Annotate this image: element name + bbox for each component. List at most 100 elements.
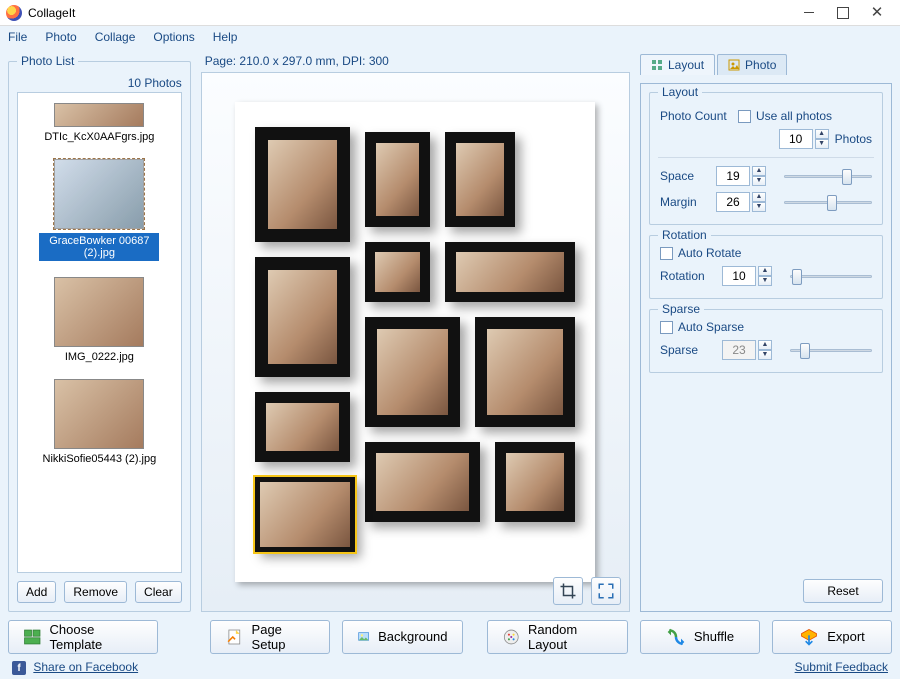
collage-frame[interactable] <box>475 317 575 427</box>
spin-down-button[interactable]: ▼ <box>752 202 766 212</box>
fit-screen-button[interactable] <box>591 577 621 605</box>
space-input[interactable] <box>716 166 750 186</box>
clear-button[interactable]: Clear <box>135 581 182 603</box>
list-item[interactable]: IMG_0222.jpg <box>18 271 181 373</box>
collage-frame[interactable] <box>255 127 350 242</box>
frame-photo <box>268 140 337 229</box>
frame-photo <box>375 252 420 292</box>
list-item[interactable]: GraceBowker 00687 (2).jpg <box>18 153 181 271</box>
shuffle-icon <box>666 627 686 647</box>
page-setup-label: Page Setup <box>252 622 315 652</box>
page-info: Page: 210.0 x 297.0 mm, DPI: 300 <box>201 54 630 68</box>
layout-icon <box>651 59 663 71</box>
frame-photo <box>487 329 563 415</box>
collage-frame[interactable] <box>445 132 515 227</box>
collage-frame[interactable] <box>365 132 430 227</box>
share-facebook-link[interactable]: Share on Facebook <box>33 660 138 674</box>
tab-photo[interactable]: Photo <box>717 54 787 75</box>
facebook-icon: f <box>12 661 26 675</box>
frame-photo <box>268 270 337 364</box>
minimize-button[interactable] <box>792 2 826 24</box>
collage-frame[interactable] <box>365 442 480 522</box>
layout-group-legend: Layout <box>658 85 702 99</box>
frame-photo <box>456 252 564 292</box>
collage-frame[interactable] <box>365 317 460 427</box>
collage-frame[interactable] <box>365 242 430 302</box>
background-label: Background <box>378 629 447 644</box>
canvas-area[interactable] <box>201 72 630 612</box>
random-layout-button[interactable]: Random Layout <box>487 620 628 654</box>
thumbnail-image <box>54 379 144 449</box>
list-item[interactable]: NikkiSofie05443 (2).jpg <box>18 373 181 475</box>
collage-frame[interactable] <box>255 257 350 377</box>
margin-label: Margin <box>660 195 708 209</box>
photo-icon <box>728 59 740 71</box>
menu-collage[interactable]: Collage <box>95 30 136 44</box>
background-button[interactable]: Background <box>342 620 463 654</box>
space-label: Space <box>660 169 708 183</box>
tab-layout[interactable]: Layout <box>640 54 715 75</box>
spin-down-button[interactable]: ▼ <box>758 276 772 286</box>
photo-list[interactable]: DTIc_KcX0AAFgrs.jpgGraceBowker 00687 (2)… <box>17 92 182 573</box>
choose-template-button[interactable]: Choose Template <box>8 620 158 654</box>
spin-up-button[interactable]: ▲ <box>752 166 766 176</box>
maximize-button[interactable] <box>826 2 860 24</box>
thumbnail-image <box>54 103 144 127</box>
sparse-slider <box>790 341 872 359</box>
photo-count-input[interactable] <box>779 129 813 149</box>
close-button[interactable]: ✕ <box>860 2 894 24</box>
frame-photo <box>506 453 564 511</box>
space-slider[interactable] <box>784 167 872 185</box>
rotation-slider[interactable] <box>790 267 872 285</box>
menu-options[interactable]: Options <box>153 30 194 44</box>
background-icon <box>357 627 370 647</box>
menu-photo[interactable]: Photo <box>45 30 76 44</box>
spin-down-button: ▼ <box>758 350 772 360</box>
spin-up-button[interactable]: ▲ <box>752 192 766 202</box>
margin-slider[interactable] <box>784 193 872 211</box>
bottom-toolbar: Choose Template Page Setup Background Ra… <box>8 612 892 656</box>
rotation-label: Rotation <box>660 269 714 283</box>
template-icon <box>23 627 42 647</box>
thumbnail-image <box>54 159 144 229</box>
spin-up-button[interactable]: ▲ <box>815 129 829 139</box>
menu-help[interactable]: Help <box>213 30 238 44</box>
rotation-input[interactable] <box>722 266 756 286</box>
collage-frame[interactable] <box>255 477 355 552</box>
photo-list-legend: Photo List <box>17 54 78 68</box>
reset-button[interactable]: Reset <box>803 579 883 603</box>
frame-photo <box>266 403 339 451</box>
export-icon <box>799 627 819 647</box>
tab-photo-label: Photo <box>745 58 776 72</box>
spin-down-button[interactable]: ▼ <box>815 139 829 149</box>
properties-panel: Layout Photo Layout Photo Count Use all … <box>640 54 892 612</box>
submit-feedback-link[interactable]: Submit Feedback <box>795 660 888 674</box>
collage-frame[interactable] <box>255 392 350 462</box>
frame-photo <box>377 329 448 415</box>
spin-up-button[interactable]: ▲ <box>758 266 772 276</box>
export-button[interactable]: Export <box>772 620 892 654</box>
menu-file[interactable]: File <box>8 30 27 44</box>
crop-tool-button[interactable] <box>553 577 583 605</box>
collage-frame[interactable] <box>445 242 575 302</box>
spin-down-button[interactable]: ▼ <box>752 176 766 186</box>
auto-sparse-label: Auto Sparse <box>678 320 744 334</box>
add-button[interactable]: Add <box>17 581 56 603</box>
remove-button[interactable]: Remove <box>64 581 127 603</box>
shuffle-button[interactable]: Shuffle <box>640 620 760 654</box>
page-setup-button[interactable]: Page Setup <box>210 620 330 654</box>
menu-bar: File Photo Collage Options Help <box>0 26 900 48</box>
margin-input[interactable] <box>716 192 750 212</box>
use-all-photos-checkbox[interactable]: Use all photos <box>738 109 832 123</box>
sparse-input <box>722 340 756 360</box>
collage-page[interactable] <box>235 102 595 582</box>
sparse-label: Sparse <box>660 343 714 357</box>
auto-rotate-checkbox[interactable]: Auto Rotate <box>660 246 872 260</box>
auto-sparse-checkbox[interactable]: Auto Sparse <box>660 320 872 334</box>
window-title: CollageIt <box>28 6 75 20</box>
list-item[interactable]: DTIc_KcX0AAFgrs.jpg <box>18 97 181 153</box>
layout-group: Layout Photo Count Use all photos ▲▼ <box>649 92 883 225</box>
use-all-photos-label: Use all photos <box>756 109 832 123</box>
collage-frame[interactable] <box>495 442 575 522</box>
title-bar: CollageIt ✕ <box>0 0 900 26</box>
